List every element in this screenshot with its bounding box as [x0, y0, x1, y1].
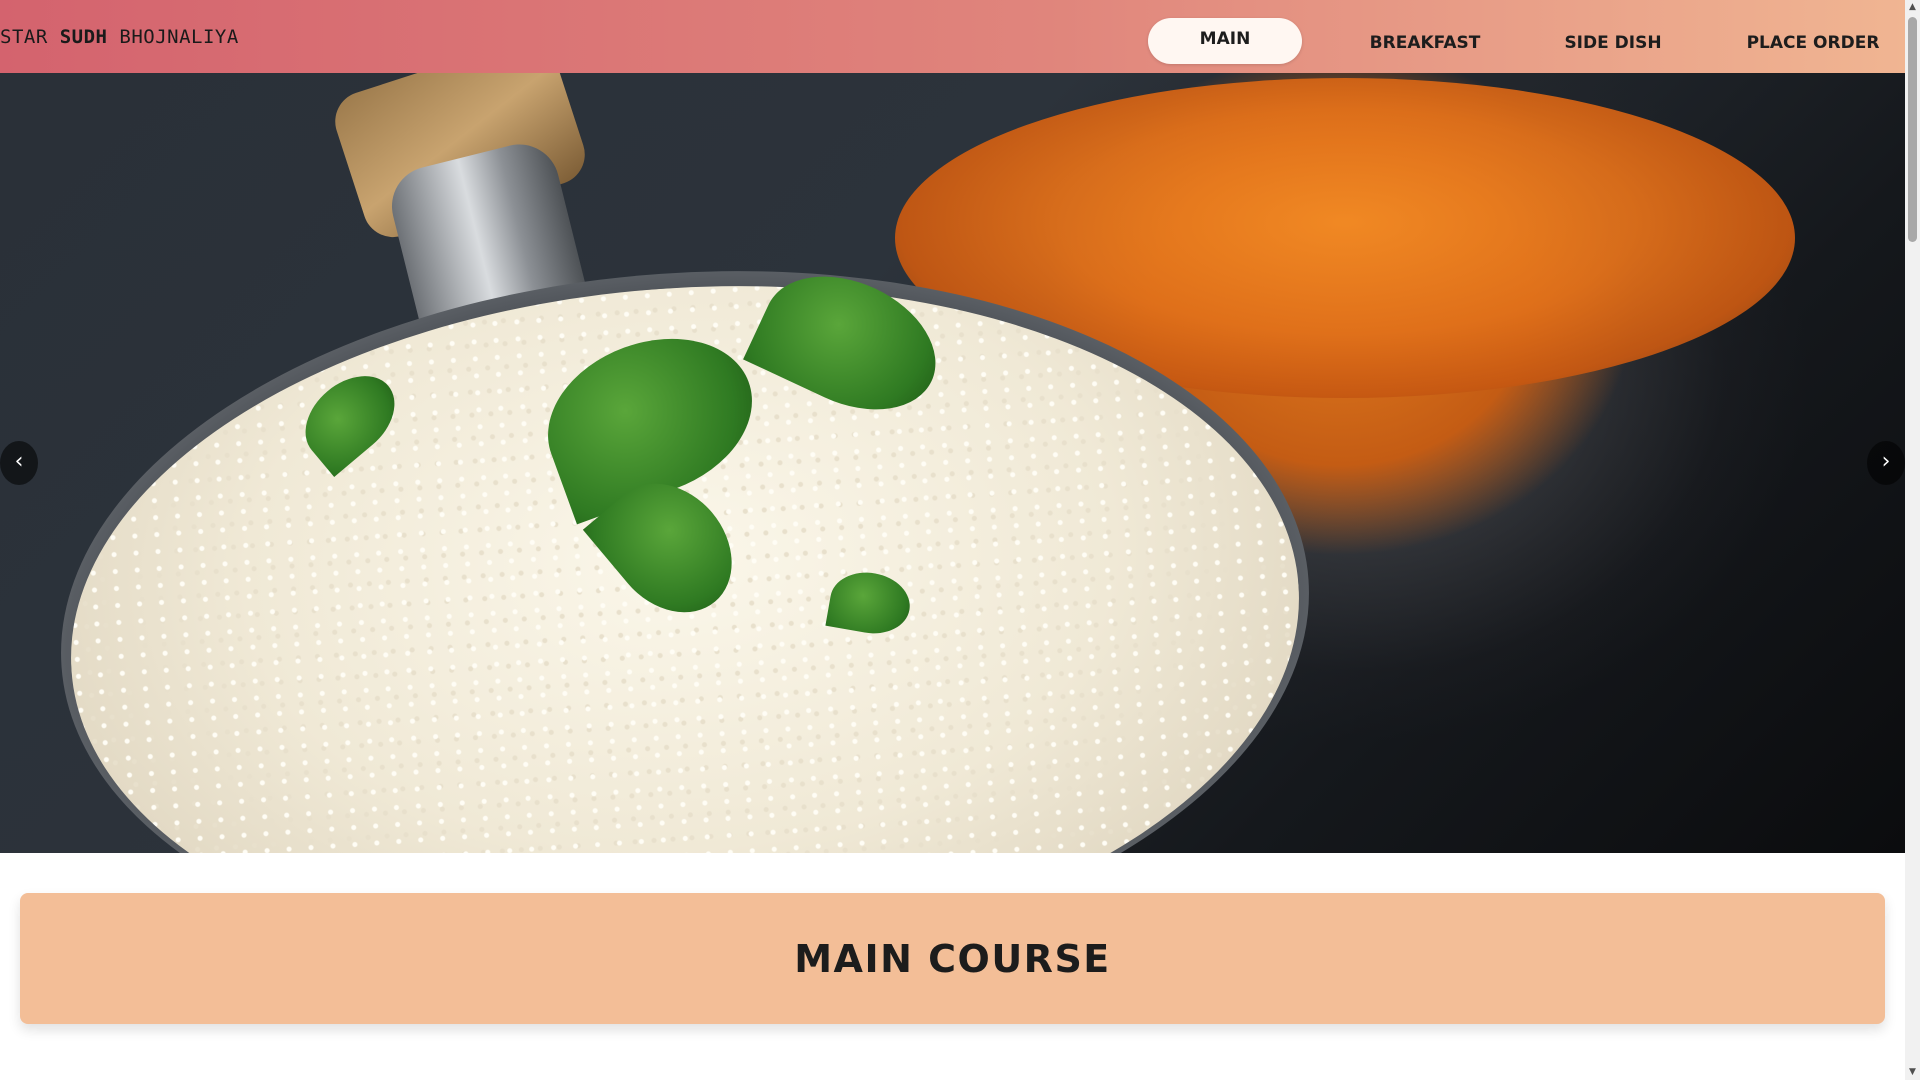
hero-carousel: ‹ ›: [0, 73, 1905, 853]
nav-place-order[interactable]: PLACE ORDER: [1738, 20, 1888, 66]
section-heading-card: MAIN COURSE: [20, 893, 1885, 1024]
navbar: STAR SUDH BHOJNALIYA MAIN COURSE BREAKFA…: [0, 0, 1905, 91]
nav-side-dish[interactable]: SIDE DISH: [1555, 20, 1671, 66]
brand-logo[interactable]: STAR SUDH BHOJNALIYA: [0, 26, 239, 48]
chevron-left-icon: ‹: [14, 449, 24, 474]
brand-text-1: STAR: [0, 26, 60, 48]
section-title: MAIN COURSE: [794, 936, 1111, 981]
carousel-next-button[interactable]: ›: [1867, 441, 1905, 485]
page-scrollbar[interactable]: ▲ ▼: [1905, 0, 1920, 1080]
page: STAR SUDH BHOJNALIYA MAIN COURSE BREAKFA…: [0, 0, 1905, 1080]
scrollbar-thumb[interactable]: [1908, 17, 1917, 242]
scroll-down-arrow-icon[interactable]: ▼: [1905, 1065, 1920, 1080]
brand-text-3: BHOJNALIYA: [107, 26, 239, 48]
nav-breakfast[interactable]: BREAKFAST: [1355, 20, 1495, 66]
brand-text-2: SUDH: [59, 26, 108, 48]
carousel-prev-button[interactable]: ‹: [0, 441, 38, 485]
scroll-up-arrow-icon[interactable]: ▲: [1905, 0, 1920, 15]
nav-main-course[interactable]: MAIN COURSE: [1148, 18, 1302, 91]
chevron-right-icon: ›: [1881, 449, 1891, 474]
